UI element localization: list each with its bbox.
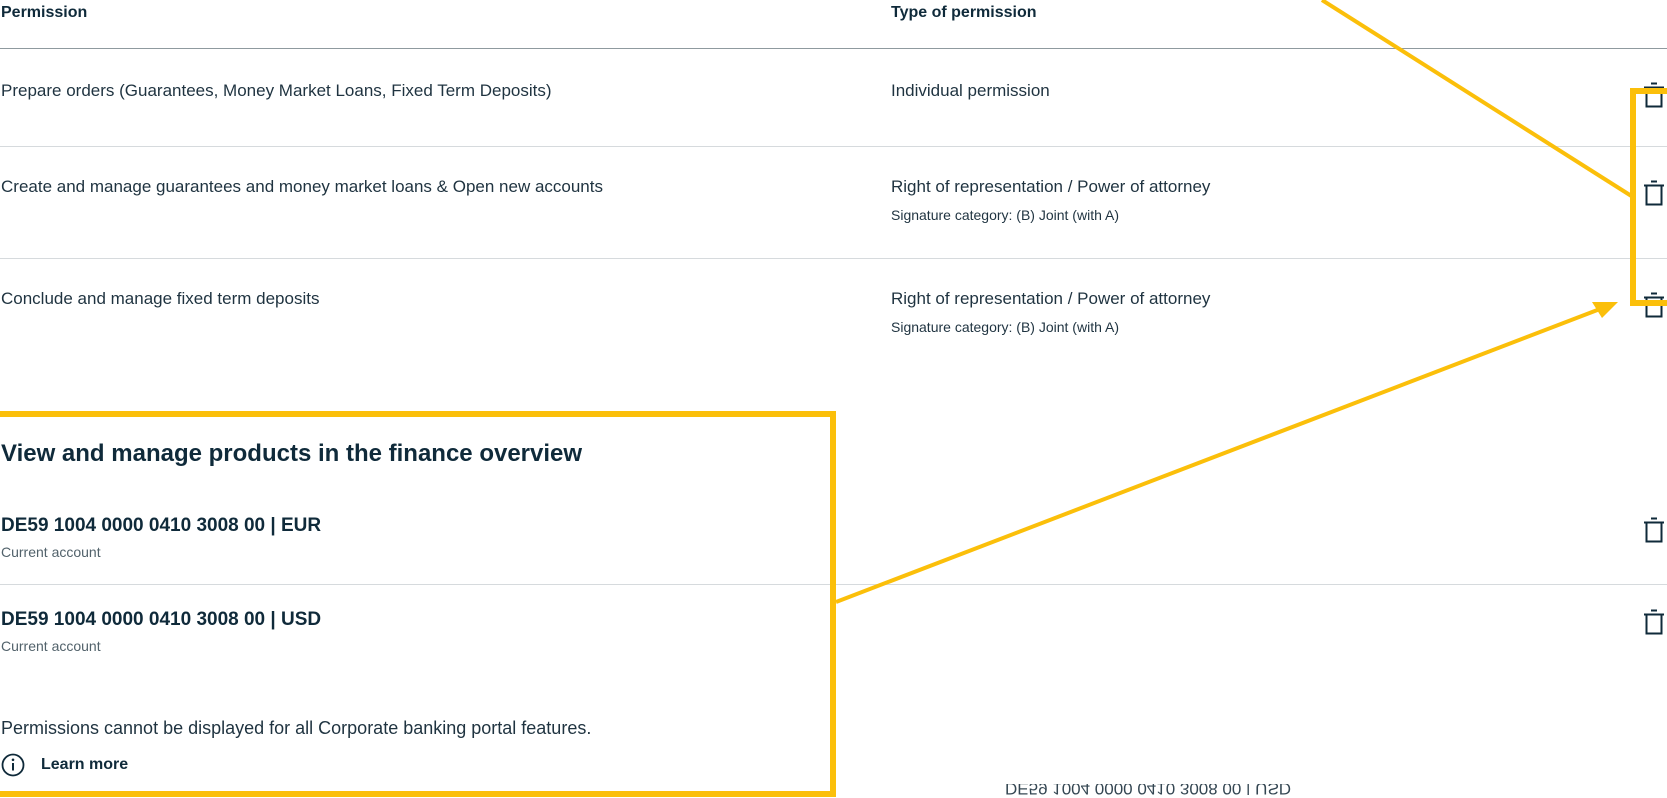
- delete-permission-button[interactable]: [1643, 292, 1665, 318]
- trash-icon: [1644, 82, 1664, 108]
- info-circle-icon: [1, 753, 25, 777]
- table-row: Create and manage guarantees and money m…: [0, 147, 1667, 259]
- permission-type: Individual permission: [891, 81, 1050, 100]
- table-row: Conclude and manage fixed term deposits …: [0, 259, 1667, 369]
- permissions-note: Permissions cannot be displayed for all …: [1, 718, 592, 738]
- account-type: Current account: [1, 638, 101, 654]
- permission-name: Prepare orders (Guarantees, Money Market…: [1, 81, 552, 100]
- trash-icon: [1644, 517, 1664, 543]
- learn-more-link[interactable]: Learn more: [1, 752, 128, 778]
- permission-name: Create and manage guarantees and money m…: [1, 177, 603, 196]
- account-number: DE59 1004 0000 0410 3008 00 | USD: [1, 609, 322, 630]
- trash-icon: [1644, 180, 1664, 206]
- account-type: Current account: [1, 544, 101, 560]
- account-list-item: DE59 1004 0000 0410 3008 00 | USD Curren…: [0, 606, 1667, 666]
- delete-account-button[interactable]: [1643, 517, 1665, 543]
- highlight-box-finance: [0, 411, 836, 797]
- delete-permission-button[interactable]: [1643, 180, 1665, 206]
- delete-permission-button[interactable]: [1643, 82, 1665, 108]
- table-header: Permission Type of permission: [0, 0, 1667, 49]
- account-list-item: DE59 1004 0000 0410 3008 00 | EUR Curren…: [0, 512, 1667, 585]
- trash-icon: [1644, 609, 1664, 635]
- permission-type: Right of representation / Power of attor…: [891, 177, 1211, 196]
- finance-overview-title: View and manage products in the finance …: [1, 440, 583, 467]
- learn-more-label: Learn more: [41, 756, 129, 773]
- mirrored-text: DE59 1004 0000 0410 3008 00 | USD: [1005, 784, 1292, 798]
- permission-type: Right of representation / Power of attor…: [891, 289, 1211, 308]
- header-permission: Permission: [1, 4, 88, 21]
- permission-name: Conclude and manage fixed term deposits: [1, 289, 320, 308]
- table-row: Prepare orders (Guarantees, Money Market…: [0, 49, 1667, 147]
- account-number: DE59 1004 0000 0410 3008 00 | EUR: [1, 515, 322, 536]
- signature-category: Signature category: (B) Joint (with A): [891, 319, 1119, 335]
- header-type-of-permission: Type of permission: [891, 4, 1037, 21]
- delete-account-button[interactable]: [1643, 609, 1665, 635]
- trash-icon: [1644, 292, 1664, 318]
- signature-category: Signature category: (B) Joint (with A): [891, 207, 1119, 223]
